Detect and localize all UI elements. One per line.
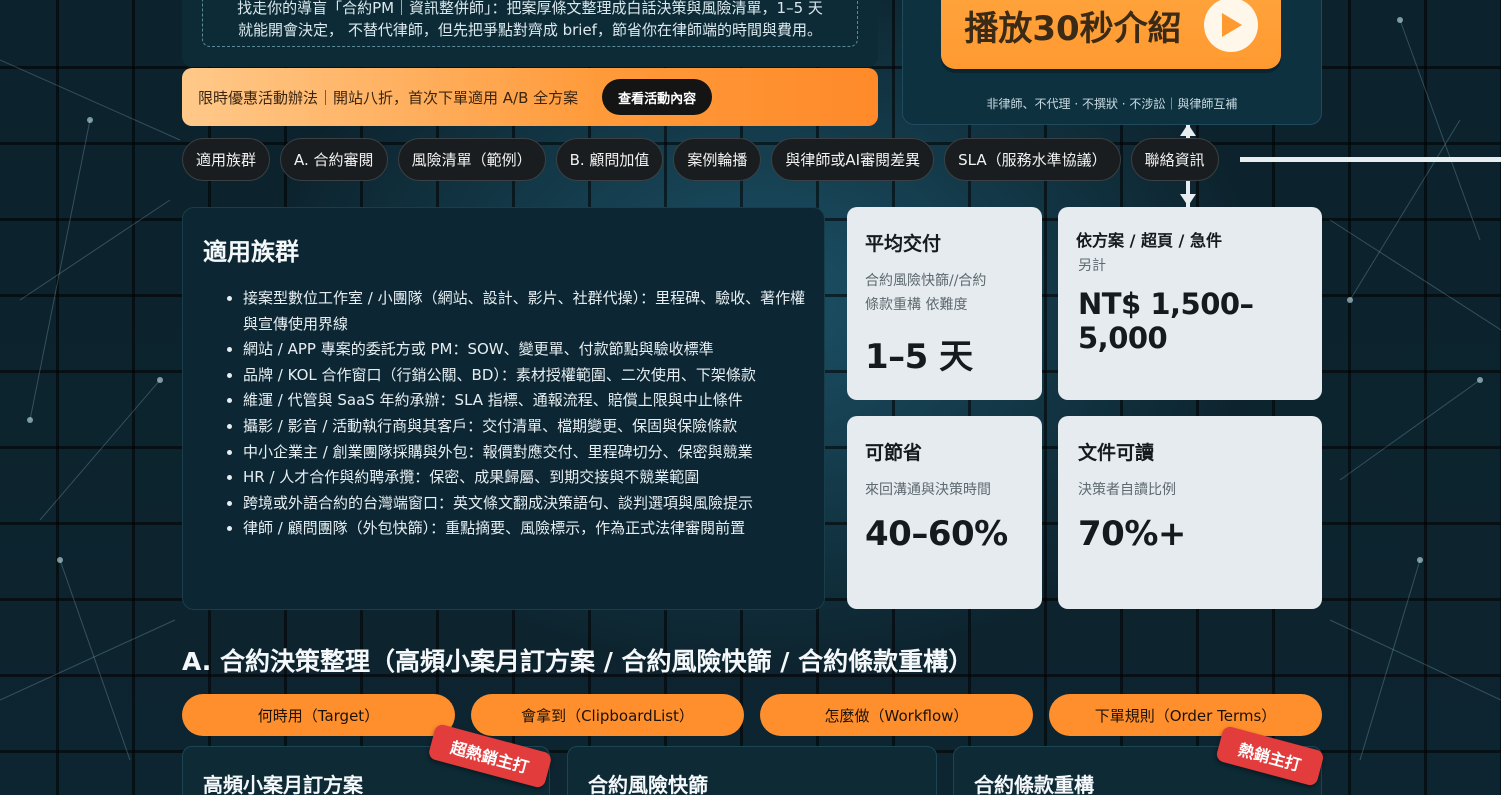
tab-order-terms[interactable]: 下單規則（Order Terms） bbox=[1049, 694, 1322, 736]
list-item: 跨境或外語合約的台灣端窗口：英文條文翻成決策語句、談判選項與風險提示 bbox=[243, 491, 813, 517]
connector-line bbox=[1240, 157, 1501, 162]
play-icon bbox=[1203, 0, 1258, 52]
promo-bar: 限時優惠活動辦法｜開站八折，首次下單適用 A/B 全方案 查看活動內容 bbox=[182, 68, 878, 126]
video-card: 播放30秒介紹 非律師、不代理 · 不撰狀 · 不涉訟｜與律師互補 bbox=[902, 0, 1322, 125]
stat-subtitle: 決策者自讀比例 bbox=[1078, 482, 1176, 498]
stat-value: 1–5 天 bbox=[865, 337, 973, 377]
stat-subtitle: 條款重構 依難度 bbox=[865, 297, 968, 313]
plan-title: 合約風險快篩 bbox=[588, 773, 708, 795]
plan-title: 合約條款重構 bbox=[974, 773, 1094, 795]
stat-card-readability: 文件可讀 決策者自讀比例 70%+ bbox=[1058, 416, 1322, 609]
stat-value: 70%+ bbox=[1078, 514, 1186, 554]
list-item: 維運 / 代管與 SaaS 年約承辦：SLA 指標、通報流程、賠償上限與中止條件 bbox=[243, 388, 813, 414]
audience-card: 適用族群 接案型數位工作室 / 小團隊（網站、設計、影片、社群代操）：里程碑、驗… bbox=[182, 207, 825, 610]
stat-title: 文件可讀 bbox=[1078, 442, 1155, 464]
stat-value: NT$ 1,500–5,000 bbox=[1078, 287, 1254, 355]
intro-line: 就能開會決定， 不替代律師，但先把爭點對齊成 brief，節省你在律師端的時間與… bbox=[238, 21, 822, 39]
list-item: 律師 / 顧問團隊（外包快篩）：重點摘要、風險標示，作為正式法律審閱前置 bbox=[243, 516, 813, 542]
section-a-title: A. 合約決策整理（高頻小案月訂方案 / 合約風險快篩 / 合約條款重構） bbox=[182, 647, 974, 676]
nav-comparison[interactable]: 與律師或AI審閱差異 bbox=[771, 138, 935, 181]
stat-subtitle: 來回溝通與決策時間 bbox=[865, 482, 991, 498]
list-item: 品牌 / KOL 合作窗口（行銷公關、BD）：素材授權範圍、二次使用、下架條款 bbox=[243, 363, 813, 389]
promo-text: 限時優惠活動辦法｜開站八折，首次下單適用 A/B 全方案 bbox=[198, 88, 579, 107]
stat-card-price: 依方案 / 超頁 / 急件 另計 NT$ 1,500–5,000 bbox=[1058, 207, 1322, 400]
list-item: 攝影 / 影音 / 活動執行商與其客戶：交付清單、檔期變更、保固與保險條款 bbox=[243, 414, 813, 440]
intro-card: 找走你的導盲「合約PM｜資訊整併師」：把案厚條文整理成白話決策與風險清單，1–5… bbox=[182, 0, 878, 67]
stat-title: 依方案 / 超頁 / 急件 bbox=[1076, 231, 1222, 250]
nav-cases[interactable]: 案例輪播 bbox=[673, 138, 762, 181]
play-intro-button[interactable]: 播放30秒介紹 bbox=[941, 0, 1281, 69]
nav-risk-list[interactable]: 風險清單（範例） bbox=[397, 138, 546, 181]
stat-title: 可節省 bbox=[865, 442, 923, 464]
audience-list: 接案型數位工作室 / 小團隊（網站、設計、影片、社群代操）：里程碑、驗收、著作權… bbox=[243, 286, 813, 542]
stat-title: 平均交付 bbox=[865, 233, 942, 255]
nav-audience[interactable]: 適用族群 bbox=[182, 138, 271, 181]
stat-subtitle: 另計 bbox=[1078, 258, 1106, 274]
nav-contract-review[interactable]: A. 合約審閱 bbox=[280, 138, 388, 181]
view-promo-button[interactable]: 查看活動內容 bbox=[602, 79, 713, 115]
stat-card-savings: 可節省 來回溝通與決策時間 40–60% bbox=[847, 416, 1042, 609]
stat-subtitle: 合約風險快篩//合約 bbox=[865, 273, 987, 289]
tab-target[interactable]: 何時用（Target） bbox=[182, 694, 455, 736]
video-caption: 非律師、不代理 · 不撰狀 · 不涉訟｜與律師互補 bbox=[986, 97, 1238, 111]
tab-workflow[interactable]: 怎麼做（Workflow） bbox=[760, 694, 1033, 736]
list-item: 接案型數位工作室 / 小團隊（網站、設計、影片、社群代操）：里程碑、驗收、著作權… bbox=[243, 286, 813, 337]
connector-arrow bbox=[1180, 194, 1196, 206]
section-a-tabs: 何時用（Target） 會拿到（ClipboardList） 怎麼做（Workf… bbox=[182, 694, 1322, 736]
nav-sla[interactable]: SLA（服務水準協議） bbox=[944, 138, 1121, 181]
list-item: 中小企業主 / 創業團隊採購與外包：報價對應交付、里程碑切分、保密與競業 bbox=[243, 440, 813, 466]
audience-title: 適用族群 bbox=[203, 238, 299, 266]
stat-value: 40–60% bbox=[865, 514, 1008, 554]
play-intro-label: 播放30秒介紹 bbox=[964, 8, 1182, 49]
list-item: 網站 / APP 專案的委託方或 PM：SOW、變更單、付款節點與驗收標準 bbox=[243, 337, 813, 363]
plan-card-risk-screening[interactable]: 合約風險快篩 bbox=[567, 746, 937, 795]
nav-consulting[interactable]: B. 顧問加值 bbox=[555, 138, 664, 181]
list-item: HR / 人才合作與約聘承攬：保密、成果歸屬、到期交接與不競業範圍 bbox=[243, 465, 813, 491]
intro-line: 找走你的導盲「合約PM｜資訊整併師」：把案厚條文整理成白話決策與風險清單，1–5… bbox=[237, 0, 823, 17]
section-nav: 適用族群 A. 合約審閱 風險清單（範例） B. 顧問加值 案例輪播 與律師或A… bbox=[182, 138, 1219, 181]
tab-deliverables[interactable]: 會拿到（ClipboardList） bbox=[471, 694, 744, 736]
connector-arrow bbox=[1180, 124, 1196, 136]
plan-title: 高頻小案月訂方案 bbox=[203, 773, 363, 795]
intro-summary: 找走你的導盲「合約PM｜資訊整併師」：把案厚條文整理成白話決策與風險清單，1–5… bbox=[202, 0, 858, 47]
nav-contact[interactable]: 聯絡資訊 bbox=[1130, 138, 1219, 181]
stat-card-delivery: 平均交付 合約風險快篩//合約 條款重構 依難度 1–5 天 bbox=[847, 207, 1042, 400]
